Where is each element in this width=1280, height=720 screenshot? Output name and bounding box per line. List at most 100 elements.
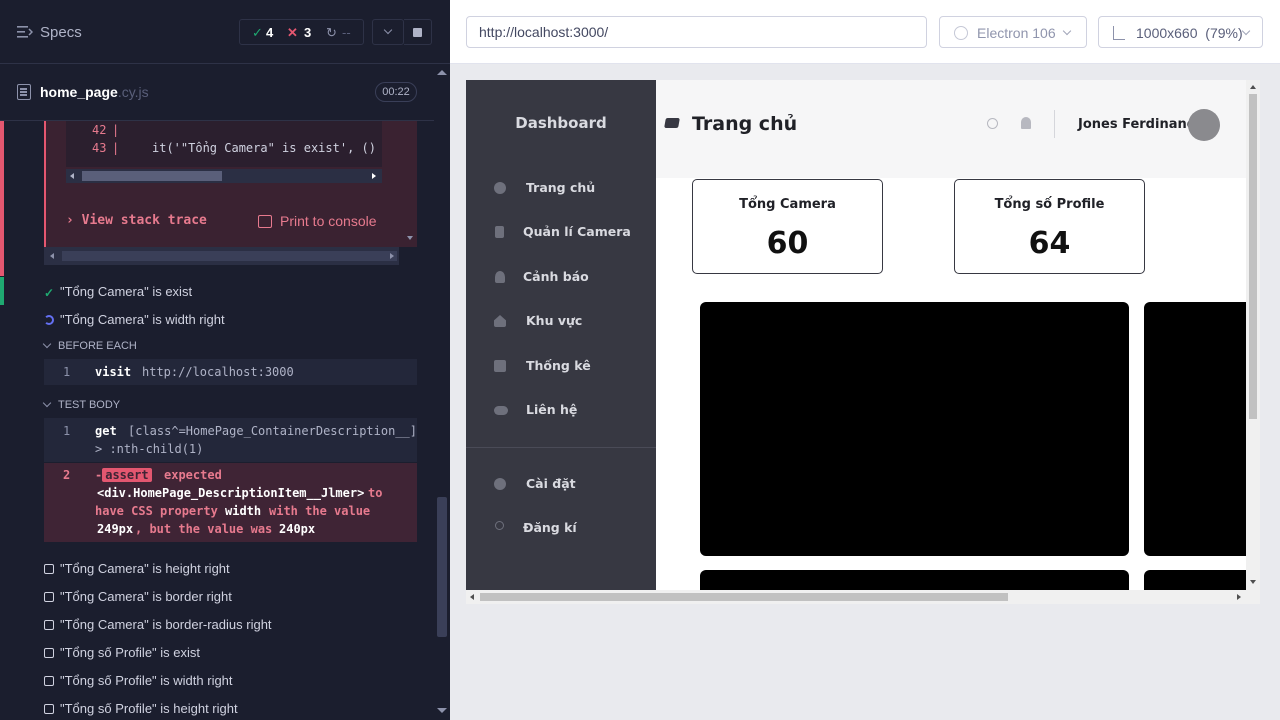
scroll-right-icon[interactable]	[372, 173, 376, 179]
error-panel: 42 | 43 | it('"Tổng Camera" is exist', (…	[44, 121, 417, 247]
viewport-label: 1000x660 (79%)	[1136, 25, 1243, 41]
page-title: Trang chủ	[692, 113, 798, 135]
assert-text: expected	[164, 468, 222, 482]
bell-icon[interactable]	[1021, 117, 1031, 129]
chevron-down-icon	[383, 25, 393, 35]
camera-feed[interactable]	[1144, 302, 1254, 556]
app-horizontal-scrollbar[interactable]	[466, 590, 1260, 604]
test-title: "Tổng số Profile" is height right	[60, 701, 238, 716]
chevron-down-icon	[42, 398, 52, 408]
chevron-down-icon	[42, 339, 52, 349]
test-item[interactable]: "Tổng Camera" is width right	[44, 312, 225, 327]
test-item[interactable]: "Tổng Camera" is height right	[44, 561, 230, 576]
scrollbar-thumb[interactable]	[1249, 94, 1257, 419]
test-item[interactable]: "Tổng Camera" is border right	[44, 589, 232, 604]
scroll-left-icon[interactable]	[470, 594, 474, 600]
test-title: "Tổng số Profile" is exist	[60, 645, 201, 660]
layers-icon	[664, 118, 680, 128]
app-vertical-scrollbar[interactable]	[1246, 80, 1260, 590]
nav-item-dang-ki[interactable]: Đăng kí	[466, 517, 656, 541]
viewport-scale: (79%)	[1205, 25, 1243, 41]
url-field[interactable]	[466, 16, 927, 48]
home-icon	[494, 315, 506, 327]
app-under-test: Dashboard Trang chủ Quản lí Camera Cảnh …	[466, 80, 1260, 604]
scroll-up-icon[interactable]	[1250, 85, 1256, 89]
browser-select[interactable]: Electron 106	[939, 16, 1087, 48]
view-stack-trace-link[interactable]: › View stack trace	[66, 213, 207, 228]
code-frame-scrollbar[interactable]	[66, 169, 382, 183]
avatar[interactable]	[1188, 109, 1220, 141]
test-item[interactable]: ✓ "Tổng Camera" is exist	[44, 284, 193, 300]
viewport-size: 1000x660	[1136, 25, 1198, 41]
search-icon[interactable]	[987, 118, 998, 129]
scroll-right-icon[interactable]	[390, 253, 394, 259]
list-icon	[495, 226, 504, 238]
command-arg: > :nth-child(1)	[95, 442, 204, 456]
test-title: "Tổng Camera" is exist	[60, 284, 193, 299]
failed-icon: ✕	[287, 25, 298, 40]
scrollbar-thumb[interactable]	[480, 593, 1008, 601]
stop-button[interactable]	[404, 19, 432, 45]
test-item[interactable]: "Tổng số Profile" is exist	[44, 645, 200, 660]
test-title: "Tổng Camera" is width right	[60, 312, 225, 327]
nav-item-khu-vuc[interactable]: Khu vực	[466, 310, 656, 334]
before-each-header[interactable]: BEFORE EACH	[42, 339, 137, 352]
running-icon	[44, 315, 54, 325]
error-panel-scrollbar[interactable]	[403, 121, 417, 247]
scroll-up-icon[interactable]	[437, 70, 447, 75]
nav-item-canh-bao[interactable]: Cảnh báo	[466, 266, 656, 290]
scroll-down-icon[interactable]	[437, 708, 447, 713]
nav-label: Đăng kí	[523, 520, 577, 535]
menu-icon[interactable]	[17, 25, 33, 39]
command-row[interactable]: 1 get [class^=HomePage_ContainerDescript…	[44, 418, 417, 462]
test-item[interactable]: "Tổng số Profile" is height right	[44, 701, 238, 716]
scroll-down-icon[interactable]	[407, 236, 413, 240]
nav-item-quan-li-camera[interactable]: Quản lí Camera	[466, 221, 656, 245]
specs-label[interactable]: Specs	[40, 24, 82, 41]
nav-item-lien-he[interactable]: Liên hệ	[466, 399, 656, 423]
nav-item-trang-chu[interactable]: Trang chủ	[466, 177, 656, 201]
command-name: visit	[95, 365, 132, 379]
alert-icon	[495, 271, 505, 283]
scroll-left-icon[interactable]	[70, 173, 74, 179]
gear-icon	[494, 478, 506, 490]
chevron-down-icon	[1062, 26, 1072, 36]
stat-card-tong-so-profile: Tổng số Profile 64	[954, 179, 1145, 274]
error-horizontal-scrollbar[interactable]	[44, 247, 417, 265]
nav-label: Cảnh báo	[523, 269, 589, 284]
code-line-number: 42	[92, 123, 107, 137]
spec-file-name[interactable]: home_page.cy.js	[40, 84, 149, 100]
nav-label: Cài đặt	[526, 476, 576, 491]
nav-item-cai-dat[interactable]: Cài đặt	[466, 473, 656, 497]
command-number: 1	[63, 424, 71, 438]
assert-command-row[interactable]: 2 - assert expected <div.HomePage_Descrip…	[44, 463, 417, 542]
scrollbar-thumb[interactable]	[62, 251, 397, 261]
scroll-left-icon[interactable]	[50, 253, 54, 259]
pending-icon: ↻	[326, 25, 337, 40]
assert-subject: <div.HomePage_DescriptionItem__Jlmer>	[97, 486, 365, 500]
assert-text: to	[368, 486, 383, 500]
viewport-select[interactable]: 1000x660 (79%)	[1098, 16, 1263, 48]
nav-item-thong-ke[interactable]: Thống kê	[466, 355, 656, 379]
scrollbar-thumb[interactable]	[82, 171, 222, 181]
print-to-console-button[interactable]: Print to console	[258, 213, 377, 229]
app-brand[interactable]: Dashboard	[466, 114, 656, 132]
browser-label: Electron 106	[977, 25, 1056, 41]
scroll-right-icon[interactable]	[1237, 594, 1241, 600]
spec-file-ext: .cy.js	[117, 84, 149, 100]
chevron-down-icon	[1241, 26, 1251, 36]
pending-box-icon	[44, 564, 54, 574]
test-item[interactable]: "Tổng số Profile" is width right	[44, 673, 233, 688]
scrollbar-thumb[interactable]	[437, 497, 447, 637]
command-row[interactable]: 1 visit http://localhost:3000	[44, 359, 417, 385]
test-body-header[interactable]: TEST BODY	[42, 398, 121, 411]
camera-feed[interactable]	[700, 302, 1129, 556]
assert-expected-value: 249px	[97, 522, 134, 536]
scroll-down-icon[interactable]	[1250, 580, 1256, 584]
hook-label: TEST BODY	[58, 399, 121, 411]
user-name[interactable]: Jones Ferdinand	[1078, 117, 1196, 132]
passed-icon: ✓	[252, 25, 263, 40]
toggle-auto-scroll-button[interactable]	[372, 19, 404, 45]
check-icon: ✓	[44, 286, 55, 300]
test-item[interactable]: "Tổng Camera" is border-radius right	[44, 617, 272, 632]
